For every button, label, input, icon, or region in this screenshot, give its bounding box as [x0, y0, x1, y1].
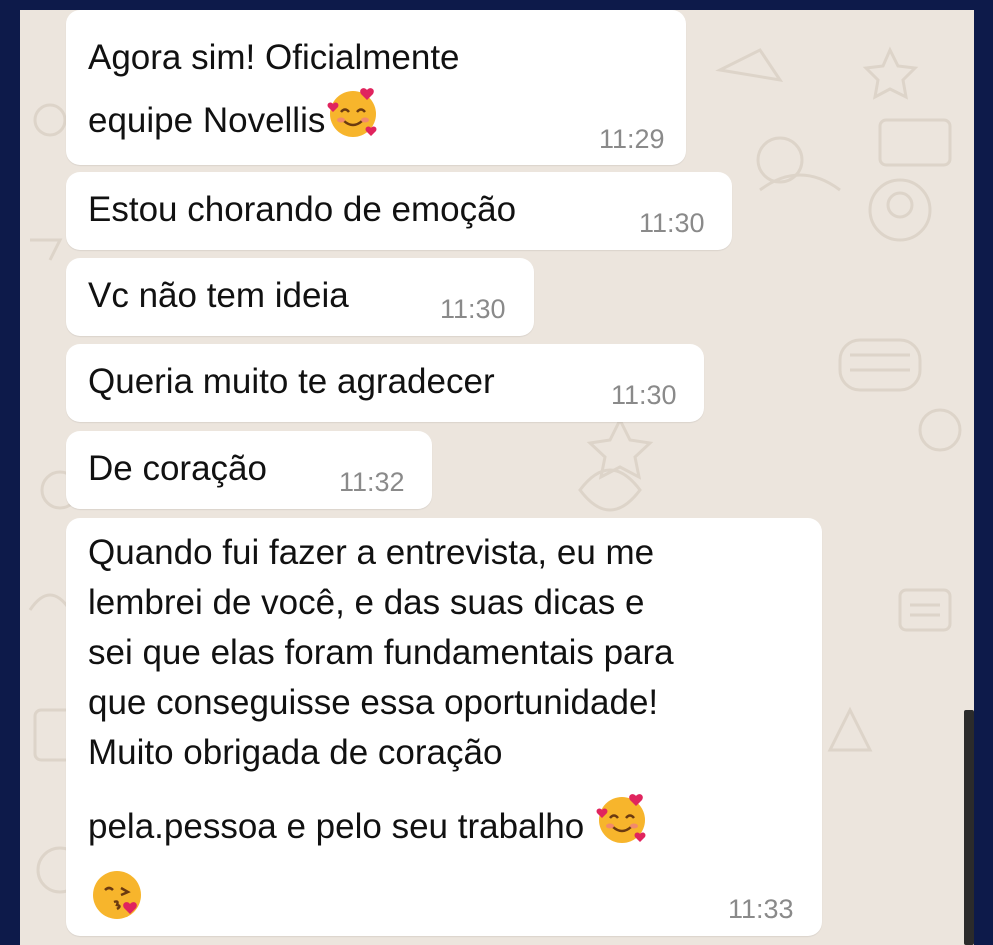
message-bubble-1[interactable]: Agora sim! Oficialmente equipe Novellis … — [66, 10, 686, 165]
message-time: 11:32 — [339, 467, 405, 497]
message-emoji-line — [88, 866, 674, 938]
scrollbar-thumb[interactable] — [964, 710, 974, 945]
message-text: Estou chorando de emoção — [88, 190, 517, 229]
message-bubble-6[interactable]: Quando fui fazer a entrevista, eu me lem… — [66, 518, 822, 936]
message-bubble-2[interactable]: Estou chorando de emoção 11:30 — [66, 172, 732, 250]
message-text-line: que conseguisse essa oportunidade! — [88, 683, 659, 722]
message-time: 11:33 — [728, 894, 794, 924]
message-time: 11:30 — [611, 380, 677, 410]
message-bubble-5[interactable]: De coração 11:32 — [66, 431, 432, 509]
message-text-line: lembrei de você, e das suas dicas e — [88, 583, 645, 622]
message-bubble-4[interactable]: Queria muito te agradecer 11:30 — [66, 344, 704, 422]
message-text-line: equipe Novellis — [88, 84, 460, 155]
message-text: Queria muito te agradecer — [88, 362, 495, 401]
message-text: Vc não tem ideia — [88, 276, 349, 315]
chat-area: Agora sim! Oficialmente equipe Novellis … — [20, 10, 974, 945]
kissing-face-with-heart-icon — [88, 866, 146, 938]
message-text-line: pela.pessoa e pelo seu trabalho — [88, 790, 674, 860]
message-text-line: Agora sim! Oficialmente — [88, 38, 460, 77]
message-text-line: Muito obrigada de coração — [88, 733, 503, 772]
message-time: 11:30 — [639, 208, 705, 238]
message-time: 11:30 — [440, 294, 506, 324]
smiling-face-with-hearts-icon — [325, 84, 381, 155]
message-text-line: sei que elas foram fundamentais para — [88, 633, 674, 672]
message-text-line: Quando fui fazer a entrevista, eu me — [88, 533, 655, 572]
smiling-face-with-hearts-icon — [594, 790, 650, 860]
message-text: De coração — [88, 449, 267, 488]
message-bubble-3[interactable]: Vc não tem ideia 11:30 — [66, 258, 534, 336]
message-time: 11:29 — [599, 124, 665, 154]
